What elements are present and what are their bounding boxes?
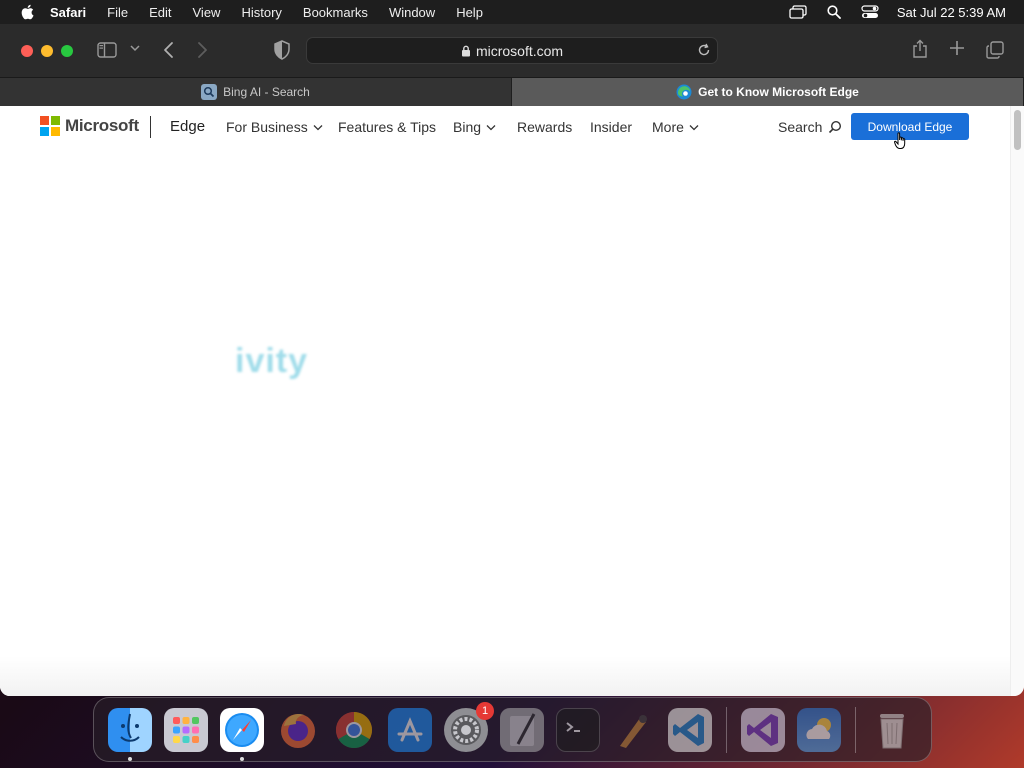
nav-insider[interactable]: Insider <box>590 119 632 135</box>
chevron-down-icon <box>313 124 323 131</box>
firefox-app-icon[interactable] <box>276 708 320 752</box>
menu-window[interactable]: Window <box>389 5 435 20</box>
forward-arrow-icon[interactable] <box>197 41 209 59</box>
tab-title: Bing AI - Search <box>223 85 310 99</box>
menu-edit[interactable]: Edit <box>149 5 171 20</box>
safari-app-icon[interactable] <box>220 707 264 761</box>
weather-app-icon[interactable] <box>797 707 841 752</box>
apple-icon[interactable] <box>20 4 36 20</box>
close-window-button[interactable] <box>21 44 33 57</box>
launchpad-app-icon[interactable] <box>164 707 208 752</box>
menu-app-name[interactable]: Safari <box>50 5 86 20</box>
running-indicator <box>128 756 132 761</box>
chevron-down-icon <box>689 124 699 131</box>
page-bottom-fade <box>0 656 1010 696</box>
chevron-down-icon <box>486 124 496 131</box>
tab-bar: Bing AI - Search Get to Know Microsoft E… <box>0 77 1024 106</box>
tab-title: Get to Know Microsoft Edge <box>698 85 859 99</box>
trash-icon[interactable] <box>870 708 914 752</box>
spotlight-search-icon[interactable] <box>825 5 843 19</box>
download-edge-button[interactable]: Download Edge <box>851 113 969 140</box>
screen-mirroring-icon[interactable] <box>789 5 807 19</box>
terminal-app-icon[interactable] <box>556 707 600 752</box>
bing-search-icon <box>201 84 218 100</box>
minimize-window-button[interactable] <box>41 44 53 57</box>
menu-view[interactable]: View <box>193 5 221 20</box>
reload-icon[interactable] <box>697 43 711 60</box>
running-indicator <box>240 756 244 761</box>
vscode-app-icon[interactable] <box>668 707 712 752</box>
microsoft-logo[interactable]: Microsoft <box>40 116 139 136</box>
nav-rewards[interactable]: Rewards <box>517 119 572 135</box>
menu-bar: Safari File Edit View History Bookmarks … <box>0 0 1024 24</box>
back-arrow-icon[interactable] <box>162 41 174 59</box>
nav-for-business[interactable]: For Business <box>226 119 323 135</box>
system-settings-app-icon[interactable]: 1 <box>444 701 494 752</box>
product-name-link[interactable]: Edge <box>170 118 205 135</box>
nav-label: Insider <box>590 119 633 135</box>
header-divider <box>150 116 151 138</box>
tab-overview-icon[interactable] <box>986 41 1004 59</box>
lock-icon <box>461 45 471 57</box>
nav-label: More <box>652 119 684 135</box>
microsoft-grid-icon <box>40 116 60 136</box>
menu-bookmarks[interactable]: Bookmarks <box>303 5 368 20</box>
fullscreen-window-button[interactable] <box>61 44 73 57</box>
site-search-button[interactable]: Search <box>778 119 842 135</box>
sidebar-toggle-icon[interactable] <box>97 42 117 58</box>
hand-pointer-cursor-icon <box>894 132 908 155</box>
nav-bing[interactable]: Bing <box>453 119 496 135</box>
nav-label: Features & Tips <box>338 119 437 135</box>
web-page: Microsoft Edge For Business Features & T… <box>0 106 1010 696</box>
menu-file[interactable]: File <box>107 5 128 20</box>
edge-icon <box>676 84 692 100</box>
new-tab-plus-icon[interactable] <box>949 40 965 56</box>
browser-toolbar: microsoft.com <box>0 24 1024 77</box>
tab-bing-ai-search[interactable]: Bing AI - Search <box>0 78 512 106</box>
nav-features-tips[interactable]: Features & Tips <box>338 119 436 135</box>
notification-badge: 1 <box>476 701 494 720</box>
nav-label: For Business <box>226 119 308 135</box>
visual-studio-app-icon[interactable] <box>741 707 785 752</box>
nav-label: Bing <box>453 119 482 135</box>
nav-label: Rewards <box>517 119 573 135</box>
address-bar[interactable]: microsoft.com <box>306 37 718 64</box>
tab-get-to-know-edge[interactable]: Get to Know Microsoft Edge <box>512 78 1024 106</box>
dock-separator <box>726 706 727 753</box>
window-controls <box>21 44 73 57</box>
control-center-icon[interactable] <box>861 5 879 19</box>
address-text: microsoft.com <box>475 42 564 59</box>
browser-window: microsoft.com Bing AI - Search Get to Kn… <box>0 24 1024 696</box>
share-icon[interactable] <box>912 39 928 59</box>
instruments-app-icon[interactable] <box>612 708 656 752</box>
search-label: Search <box>778 119 823 135</box>
privacy-shield-icon[interactable] <box>274 40 290 60</box>
menu-history[interactable]: History <box>241 5 281 20</box>
scrollbar-thumb[interactable] <box>1014 110 1021 150</box>
menu-clock[interactable]: Sat Jul 22 5:39 AM <box>897 5 1006 20</box>
chevron-down-icon[interactable] <box>130 44 140 52</box>
vertical-scrollbar[interactable] <box>1010 106 1024 696</box>
search-icon <box>828 120 842 134</box>
site-header: Microsoft Edge For Business Features & T… <box>0 106 1010 149</box>
app-store-icon[interactable] <box>388 707 432 752</box>
menu-help[interactable]: Help <box>456 5 483 20</box>
finder-app-icon[interactable] <box>108 707 152 761</box>
dock-separator <box>855 706 856 753</box>
brand-name: Microsoft <box>65 116 139 135</box>
dock: 1 <box>93 697 932 762</box>
hero-headline-fragment: ivity <box>235 342 309 380</box>
nav-more[interactable]: More <box>652 119 699 135</box>
script-editor-app-icon[interactable] <box>500 707 544 752</box>
chrome-app-icon[interactable] <box>332 708 376 752</box>
